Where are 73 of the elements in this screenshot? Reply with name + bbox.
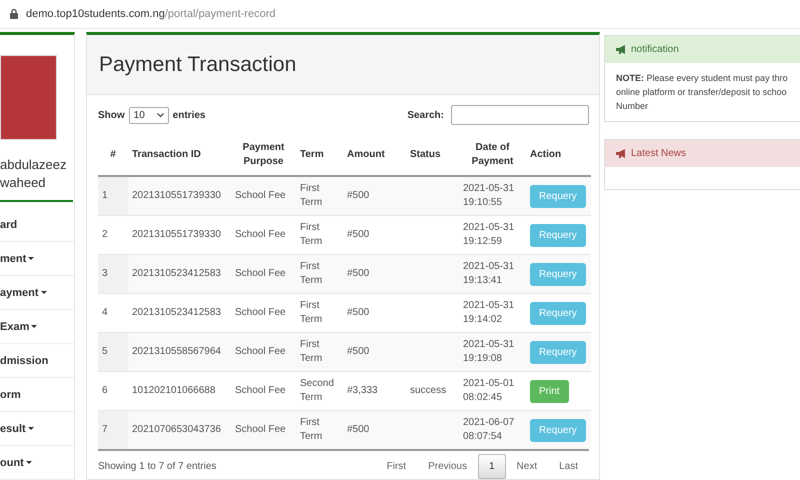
- megaphone-icon: [616, 45, 627, 54]
- nav-item[interactable]: orm: [0, 378, 74, 412]
- table-cell: 2021-05-31 19:14:02: [463, 300, 514, 325]
- table-cell: School Fee: [235, 307, 286, 318]
- table-cell: #500: [347, 268, 370, 279]
- table-cell: 2021-05-01 08:02:45: [463, 378, 514, 403]
- nav-item[interactable]: ount: [0, 446, 74, 480]
- table-cell: 7: [102, 424, 108, 435]
- table-cell: School Fee: [235, 268, 286, 279]
- student-name: waheed: [0, 174, 47, 192]
- pagination-button[interactable]: Last: [548, 454, 589, 479]
- panel-title: notification: [631, 44, 679, 55]
- nav-item[interactable]: ment: [0, 242, 74, 276]
- table-cell: #500: [347, 307, 370, 318]
- pagination-button[interactable]: 1: [478, 454, 506, 479]
- table-cell: School Fee: [235, 346, 286, 357]
- search-field[interactable]: [451, 105, 589, 125]
- pagination-button[interactable]: Previous: [417, 454, 478, 479]
- table-cell: 2021-05-31 19:12:59: [463, 222, 514, 247]
- table-cell: Second Term: [300, 378, 334, 403]
- table-cell: School Fee: [235, 229, 286, 240]
- table-cell: First Term: [300, 300, 322, 325]
- table-cell: First Term: [300, 417, 322, 442]
- table-cell: #500: [347, 424, 370, 435]
- table-cell: 1: [102, 190, 108, 201]
- panel-title: Latest News: [631, 148, 686, 159]
- nav-item[interactable]: ayment: [0, 276, 74, 310]
- table-cell: 101202101066688: [132, 385, 216, 396]
- entries-info: Showing 1 to 7 of 7 entries: [98, 461, 216, 472]
- table-cell: #500: [347, 229, 370, 240]
- table-cell: 2: [102, 229, 108, 240]
- table-cell: #500: [347, 346, 370, 357]
- table-cell: #3,333: [347, 385, 378, 396]
- table-cell: 2021310551739330: [132, 190, 221, 201]
- page-title: Payment Transaction: [99, 52, 296, 76]
- table-cell: success: [410, 385, 446, 396]
- table-cell: School Fee: [235, 424, 286, 435]
- table-cell: School Fee: [235, 385, 286, 396]
- table-cell: First Term: [300, 261, 322, 286]
- table-cell: 2021-05-31 19:13:41: [463, 261, 514, 286]
- nav-item[interactable]: esult: [0, 412, 74, 446]
- table-cell: 2021310558567964: [132, 346, 221, 357]
- table-cell: 2021310523412583: [132, 307, 221, 318]
- entries-label: entries: [172, 110, 206, 120]
- table-cell: First Term: [300, 339, 322, 364]
- table-cell: 2021-06-07 08:07:54: [463, 417, 514, 442]
- table-cell: 4: [102, 307, 108, 318]
- table-cell: 2021070653043736: [132, 424, 221, 435]
- nav-item[interactable]: Exam: [0, 310, 74, 344]
- nav-item[interactable]: dmission: [0, 344, 74, 378]
- table-cell: 2021310523412583: [132, 268, 221, 279]
- chevron-down-icon: [156, 112, 164, 118]
- table-cell: School Fee: [235, 190, 286, 201]
- url-text[interactable]: demo.top10students.com.ng/portal/payment-record: [26, 8, 276, 20]
- table-cell: 6: [102, 385, 108, 396]
- lock-icon: [10, 9, 18, 19]
- megaphone-icon: [616, 149, 627, 158]
- table-cell: 2021-05-31 19:10:55: [463, 183, 514, 208]
- nav-item[interactable]: ard: [0, 208, 74, 242]
- pagination-button[interactable]: Next: [506, 454, 548, 479]
- table-cell: 5: [102, 346, 108, 357]
- search-label: Search:: [407, 110, 444, 120]
- pagination-button[interactable]: First: [376, 454, 418, 479]
- notice-text: NOTE: Please every student must pay thro online platform or transfer/deposit to schoo Number: [616, 72, 788, 113]
- table-cell: 3: [102, 268, 108, 279]
- table-cell: First Term: [300, 222, 322, 247]
- table-cell: 2021-05-31 19:19:08: [463, 339, 514, 364]
- table-cell: First Term: [300, 183, 322, 208]
- show-label: Show: [98, 110, 125, 120]
- student-name: abdulazeez: [0, 156, 68, 174]
- table-cell: 2021310551739330: [132, 229, 221, 240]
- table-cell: #500: [347, 190, 370, 201]
- page-size-select[interactable]: 10: [128, 106, 169, 124]
